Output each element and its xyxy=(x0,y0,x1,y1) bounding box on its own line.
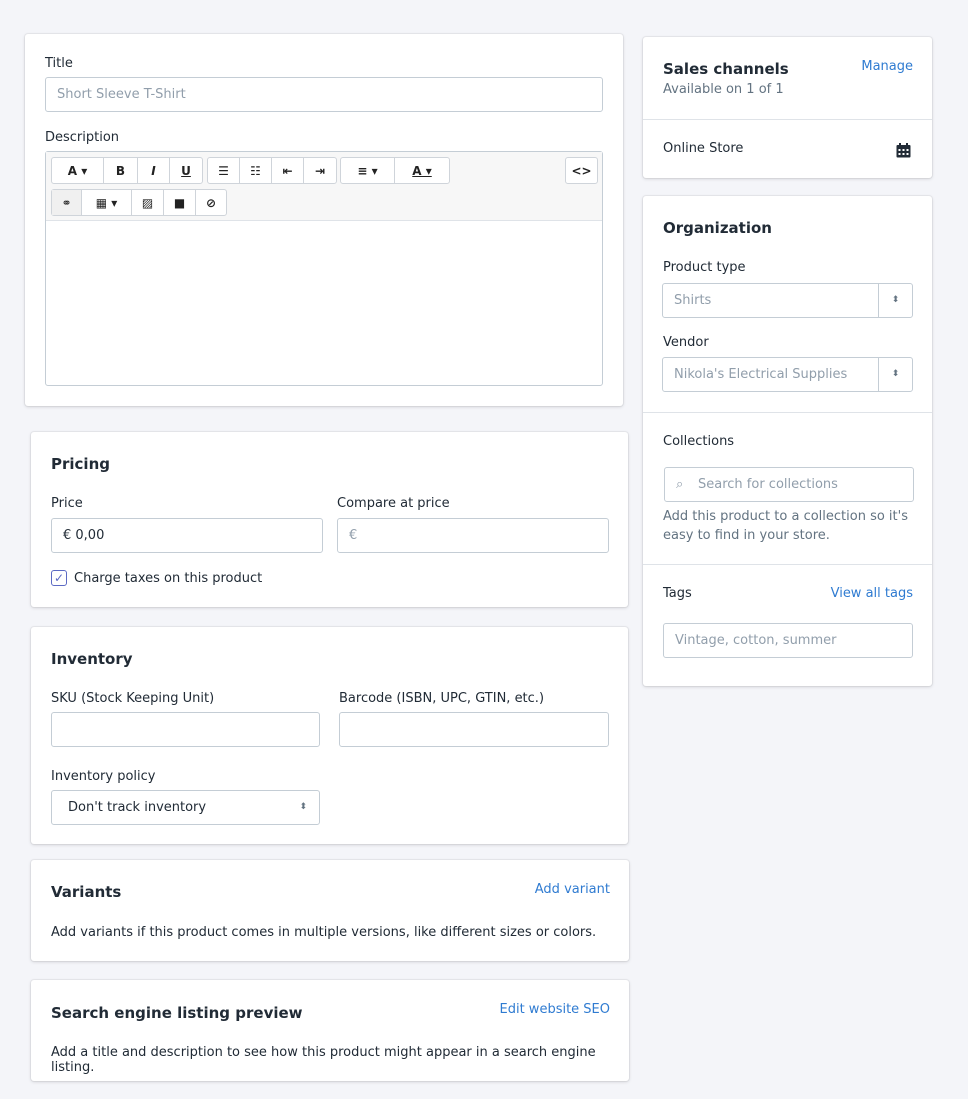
inventory-policy-value: Don't track inventory xyxy=(68,800,207,815)
editor-toolbar: A ▾ B I U ☰ ☷ ⇤ ⇥ ≡ ▾ A ▾ <> ⚭ ▦ ▾ ▨ ■ ⊘ xyxy=(46,152,602,221)
charge-taxes-checkbox[interactable]: ✓ xyxy=(51,570,67,586)
collections-label: Collections xyxy=(663,434,735,449)
video-button[interactable]: ■ xyxy=(164,190,196,215)
underline-button[interactable]: U xyxy=(170,158,202,183)
manage-channels-link[interactable]: Manage xyxy=(861,59,913,74)
numbered-list-button[interactable]: ☷ xyxy=(240,158,272,183)
vendor-value: Nikola's Electrical Supplies xyxy=(674,367,848,382)
sku-label: SKU (Stock Keeping Unit) xyxy=(51,691,215,706)
font-dropdown[interactable]: A ▾ xyxy=(52,158,104,183)
align-dropdown[interactable]: ≡ ▾ xyxy=(341,158,395,183)
table-dropdown[interactable]: ▦ ▾ xyxy=(82,190,132,215)
sales-channels-card: Sales channels Available on 1 of 1 Manag… xyxy=(643,37,932,178)
clear-format-button[interactable]: ⊘ xyxy=(196,190,226,215)
barcode-input[interactable] xyxy=(339,712,609,747)
add-variant-link[interactable]: Add variant xyxy=(535,882,610,897)
product-type-value: Shirts xyxy=(674,293,712,308)
inventory-heading: Inventory xyxy=(51,650,133,668)
organization-heading: Organization xyxy=(663,219,772,237)
link-button[interactable]: ⚭ xyxy=(52,190,82,215)
edit-seo-link[interactable]: Edit website SEO xyxy=(500,1002,611,1017)
compare-price-input[interactable]: € xyxy=(337,518,609,553)
sales-channels-subtitle: Available on 1 of 1 xyxy=(663,82,784,97)
title-label: Title xyxy=(45,56,73,71)
tags-input[interactable]: Vintage, cotton, summer xyxy=(663,623,913,658)
variants-card: Variants Add variant Add variants if thi… xyxy=(31,860,629,961)
italic-button[interactable]: I xyxy=(138,158,170,183)
price-label: Price xyxy=(51,496,83,511)
pricing-card: Pricing Price € 0,00 Compare at price € … xyxy=(31,432,628,607)
select-arrows-icon: ⬍ xyxy=(299,802,307,812)
inventory-card: Inventory SKU (Stock Keeping Unit) Barco… xyxy=(31,627,628,844)
indent-button[interactable]: ⇥ xyxy=(304,158,336,183)
title-input[interactable]: Short Sleeve T-Shirt xyxy=(45,77,603,112)
bullet-list-button[interactable]: ☰ xyxy=(208,158,240,183)
organization-card: Organization Product type Shirts ⬍ Vendor… xyxy=(643,196,932,686)
divider xyxy=(643,564,932,565)
view-all-tags-link[interactable]: View all tags xyxy=(831,586,913,601)
variants-heading: Variants xyxy=(51,883,122,901)
product-type-label: Product type xyxy=(663,260,746,275)
collections-search-input[interactable]: ⌕ Search for collections xyxy=(664,467,914,502)
description-label: Description xyxy=(45,130,120,145)
divider xyxy=(643,412,932,413)
sku-input[interactable] xyxy=(51,712,320,747)
price-input[interactable]: € 0,00 xyxy=(51,518,323,553)
compare-price-label: Compare at price xyxy=(337,496,450,511)
barcode-label: Barcode (ISBN, UPC, GTIN, etc.) xyxy=(339,691,545,706)
pricing-heading: Pricing xyxy=(51,455,110,473)
html-source-button[interactable]: <> xyxy=(566,158,597,183)
rich-text-editor: A ▾ B I U ☰ ☷ ⇤ ⇥ ≡ ▾ A ▾ <> ⚭ ▦ ▾ ▨ ■ ⊘ xyxy=(45,151,603,386)
text-color-dropdown[interactable]: A ▾ xyxy=(395,158,449,183)
sales-channels-heading: Sales channels xyxy=(663,60,789,78)
seo-help: Add a title and description to see how t… xyxy=(51,1045,596,1075)
inventory-policy-select[interactable]: Don't track inventory ⬍ xyxy=(51,790,320,825)
vendor-select[interactable]: Nikola's Electrical Supplies ⬍ xyxy=(662,357,913,392)
seo-card: Search engine listing preview Edit websi… xyxy=(31,980,629,1081)
divider xyxy=(643,119,932,120)
vendor-label: Vendor xyxy=(663,335,709,350)
product-type-select[interactable]: Shirts ⬍ xyxy=(662,283,913,318)
collections-placeholder: Search for collections xyxy=(698,477,838,492)
select-arrows-icon: ⬍ xyxy=(878,358,912,391)
bold-button[interactable]: B xyxy=(104,158,138,183)
outdent-button[interactable]: ⇤ xyxy=(272,158,304,183)
collections-help: Add this product to a collection so it's… xyxy=(663,509,908,543)
seo-heading: Search engine listing preview xyxy=(51,1004,303,1022)
image-button[interactable]: ▨ xyxy=(132,190,164,215)
calendar-icon[interactable] xyxy=(896,143,911,158)
product-details-card: Title Short Sleeve T-Shirt Description A… xyxy=(25,34,623,406)
tags-label: Tags xyxy=(663,586,692,601)
inventory-policy-label: Inventory policy xyxy=(51,769,156,784)
editor-body[interactable] xyxy=(46,222,602,385)
select-arrows-icon: ⬍ xyxy=(878,284,912,317)
charge-taxes-label: Charge taxes on this product xyxy=(74,571,263,586)
variants-help: Add variants if this product comes in mu… xyxy=(51,925,597,940)
online-store-channel: Online Store xyxy=(663,141,744,156)
search-icon: ⌕ xyxy=(676,477,684,492)
